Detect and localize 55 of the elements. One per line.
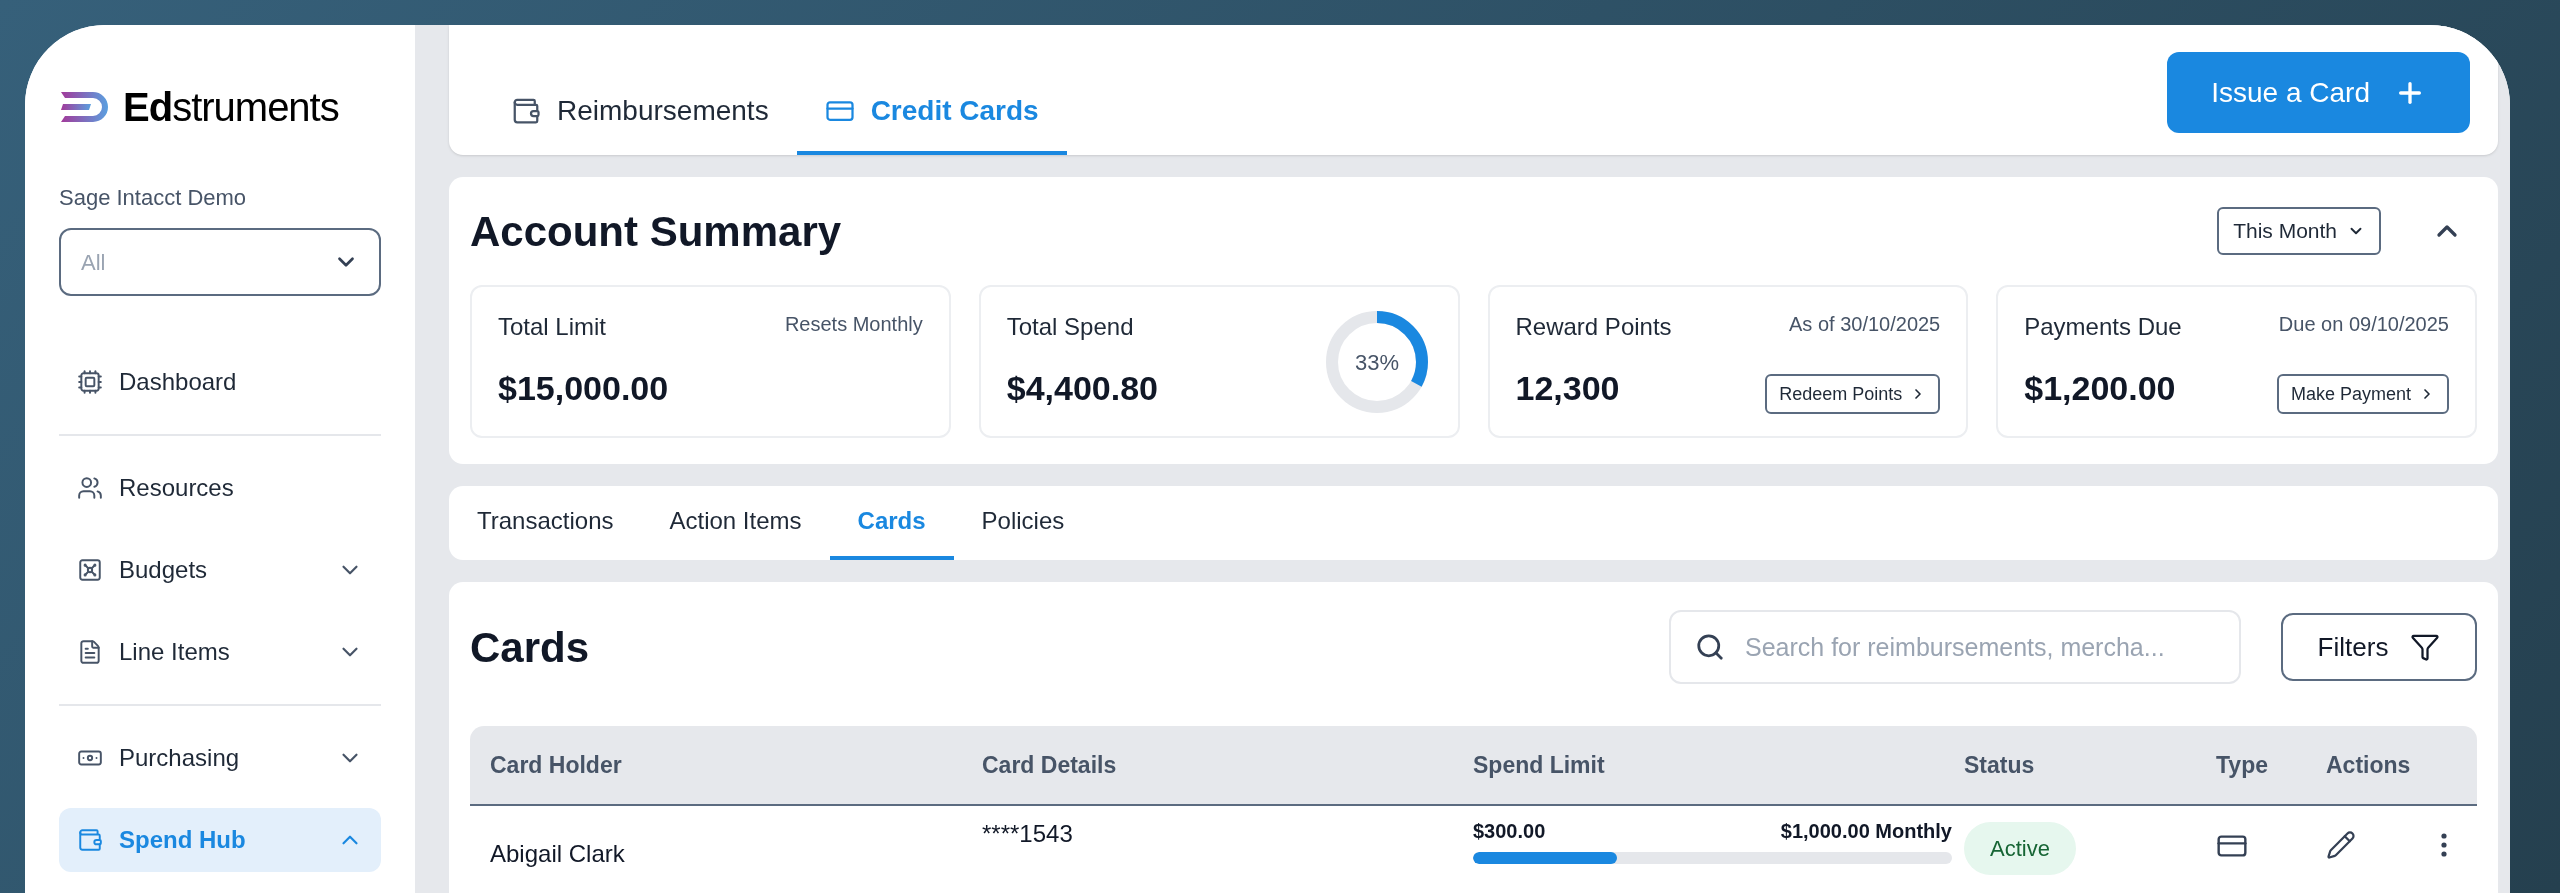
tab[interactable]: Cards: [829, 486, 954, 560]
metric-title: Reward Points: [1515, 312, 1672, 342]
filter-icon: [2410, 632, 2441, 662]
logo-text: Edstruments: [123, 87, 339, 127]
tab[interactable]: Action Items: [641, 486, 830, 560]
more-button[interactable]: [2441, 833, 2447, 857]
metric-note: As of 30/10/2025: [1789, 312, 1941, 337]
summary-title: Account Summary: [470, 206, 842, 257]
metric-value: $1,200.00: [2024, 368, 2177, 409]
safe-icon: [77, 557, 103, 583]
issue-card-button[interactable]: Issue a Card: [2167, 52, 2470, 133]
spent-amount: $300.00: [1473, 819, 1546, 844]
metric-note: Resets Monthly: [784, 312, 923, 337]
table-cell: ****1543: [982, 820, 1073, 847]
tab[interactable]: Policies: [953, 486, 1093, 560]
document-icon: [77, 639, 103, 665]
metric-note: Due on 09/10/2025: [2278, 312, 2449, 337]
column-header: Card Holder: [490, 750, 623, 780]
filters-button[interactable]: Filters: [2281, 613, 2477, 681]
metric-action-button[interactable]: Redeem Points: [1765, 374, 1941, 414]
more-icon: [2441, 833, 2447, 857]
nav-item[interactable]: Purchasing: [59, 726, 381, 790]
column-header: Status: [1964, 750, 2036, 780]
metric-value: $15,000.00: [498, 368, 669, 409]
column-header: Card Details: [982, 750, 1118, 780]
nav-item[interactable]: Line Items: [59, 620, 381, 684]
metric-title: Total Limit: [498, 312, 608, 342]
nav-item[interactable]: Dashboard: [59, 350, 381, 414]
metric-value: $4,400.80: [1006, 368, 1158, 409]
donut-reading: 33%: [1354, 349, 1399, 375]
edit-button[interactable]: [2326, 830, 2356, 860]
column-header: Type: [2216, 750, 2269, 780]
nav-item[interactable]: Resources: [59, 456, 381, 520]
tab[interactable]: Credit Cards: [796, 70, 1067, 155]
period-select[interactable]: This Month: [2217, 207, 2381, 255]
organization-label: Sage Intacct Demo: [59, 184, 248, 212]
status-badge: Active: [1964, 822, 2076, 875]
search-icon: [1695, 632, 1725, 662]
pencil-icon: [2326, 830, 2356, 860]
tab[interactable]: Transactions: [449, 486, 642, 560]
limit-amount: $1,000.00 Monthly: [1780, 819, 1952, 844]
metric-title: Total Spend: [1006, 312, 1135, 342]
column-header: Spend Limit: [1473, 750, 1606, 780]
chip-icon: [77, 369, 103, 395]
wallet-icon: [77, 827, 103, 853]
metric-title: Payments Due: [2024, 312, 2182, 342]
metric-value: 12,300: [1515, 368, 1621, 409]
search-field[interactable]: Search for reimbursements, mercha...: [1669, 610, 2241, 684]
people-icon: [77, 475, 103, 501]
column-header: Actions: [2326, 750, 2412, 780]
tab[interactable]: Reimbursements: [483, 70, 797, 155]
cards-title: Cards: [470, 622, 591, 673]
nav-item[interactable]: Budgets: [59, 538, 381, 602]
metric-action-button[interactable]: Make Payment: [2276, 374, 2449, 414]
table-cell: Abigail Clark: [490, 840, 625, 867]
